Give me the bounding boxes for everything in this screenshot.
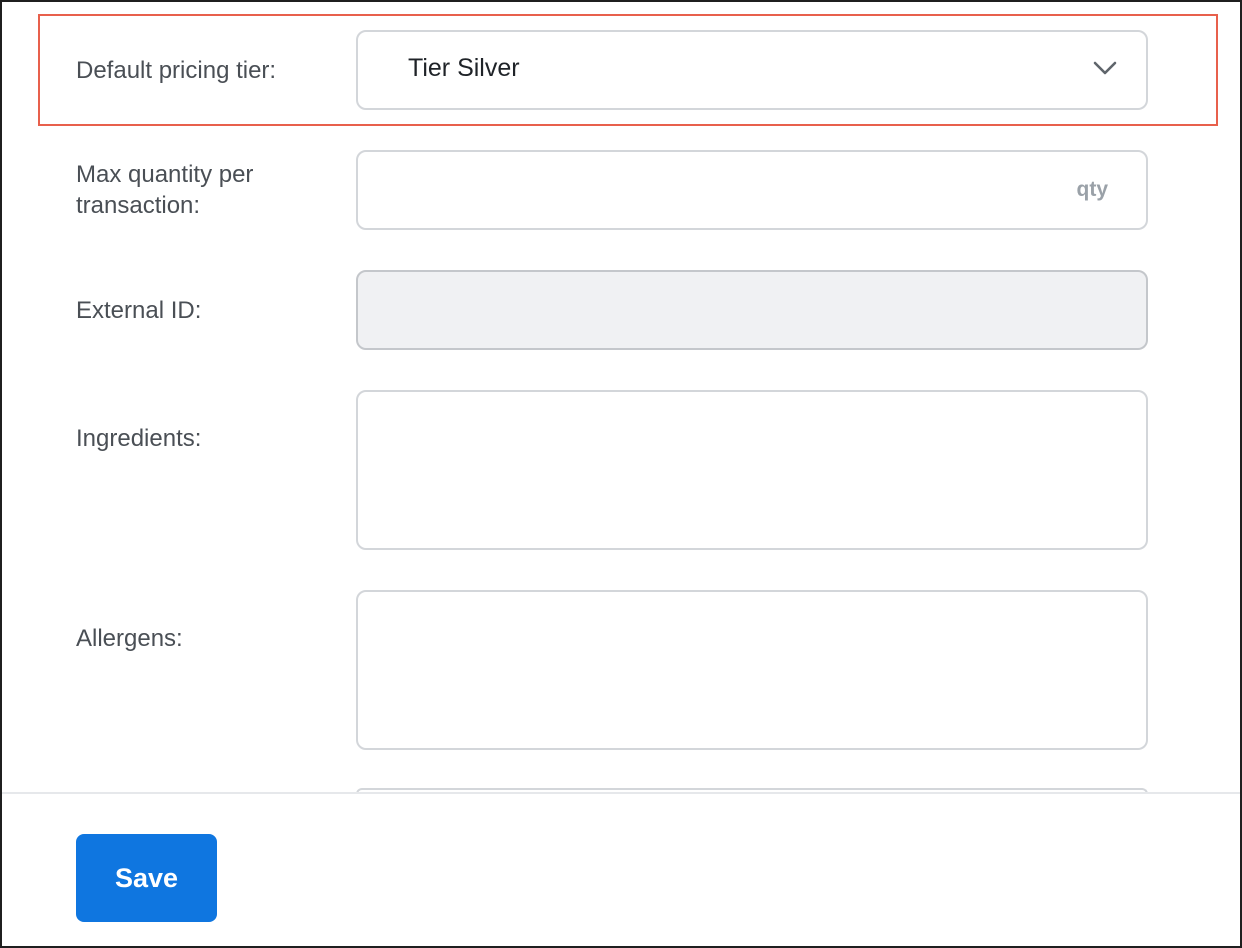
- ingredients-label: Ingredients:: [76, 425, 202, 452]
- max-quantity-label-line2: transaction:: [76, 192, 201, 219]
- ingredients-textarea[interactable]: [356, 390, 1148, 550]
- chevron-down-icon: [1093, 61, 1117, 75]
- external-id-field: [356, 270, 1148, 350]
- max-quantity-label: Max quantity per transaction:: [76, 159, 253, 221]
- pricing-tier-selected-value: Tier Silver: [408, 54, 520, 82]
- max-quantity-label-line1: Max quantity per: [76, 161, 254, 188]
- pricing-tier-select[interactable]: Tier Silver: [356, 30, 1148, 110]
- external-id-label: External ID:: [76, 297, 202, 324]
- allergens-label: Allergens:: [76, 625, 183, 652]
- pricing-tier-label: Default pricing tier:: [76, 57, 277, 84]
- quantity-unit-suffix: qty: [1076, 178, 1109, 201]
- form-panel: Default pricing tier: Tier Silver Max qu…: [0, 0, 1242, 948]
- form-footer: Save: [2, 794, 1240, 946]
- allergens-textarea[interactable]: [356, 590, 1148, 750]
- max-quantity-field[interactable]: qty: [356, 150, 1148, 230]
- save-button[interactable]: Save: [76, 834, 217, 922]
